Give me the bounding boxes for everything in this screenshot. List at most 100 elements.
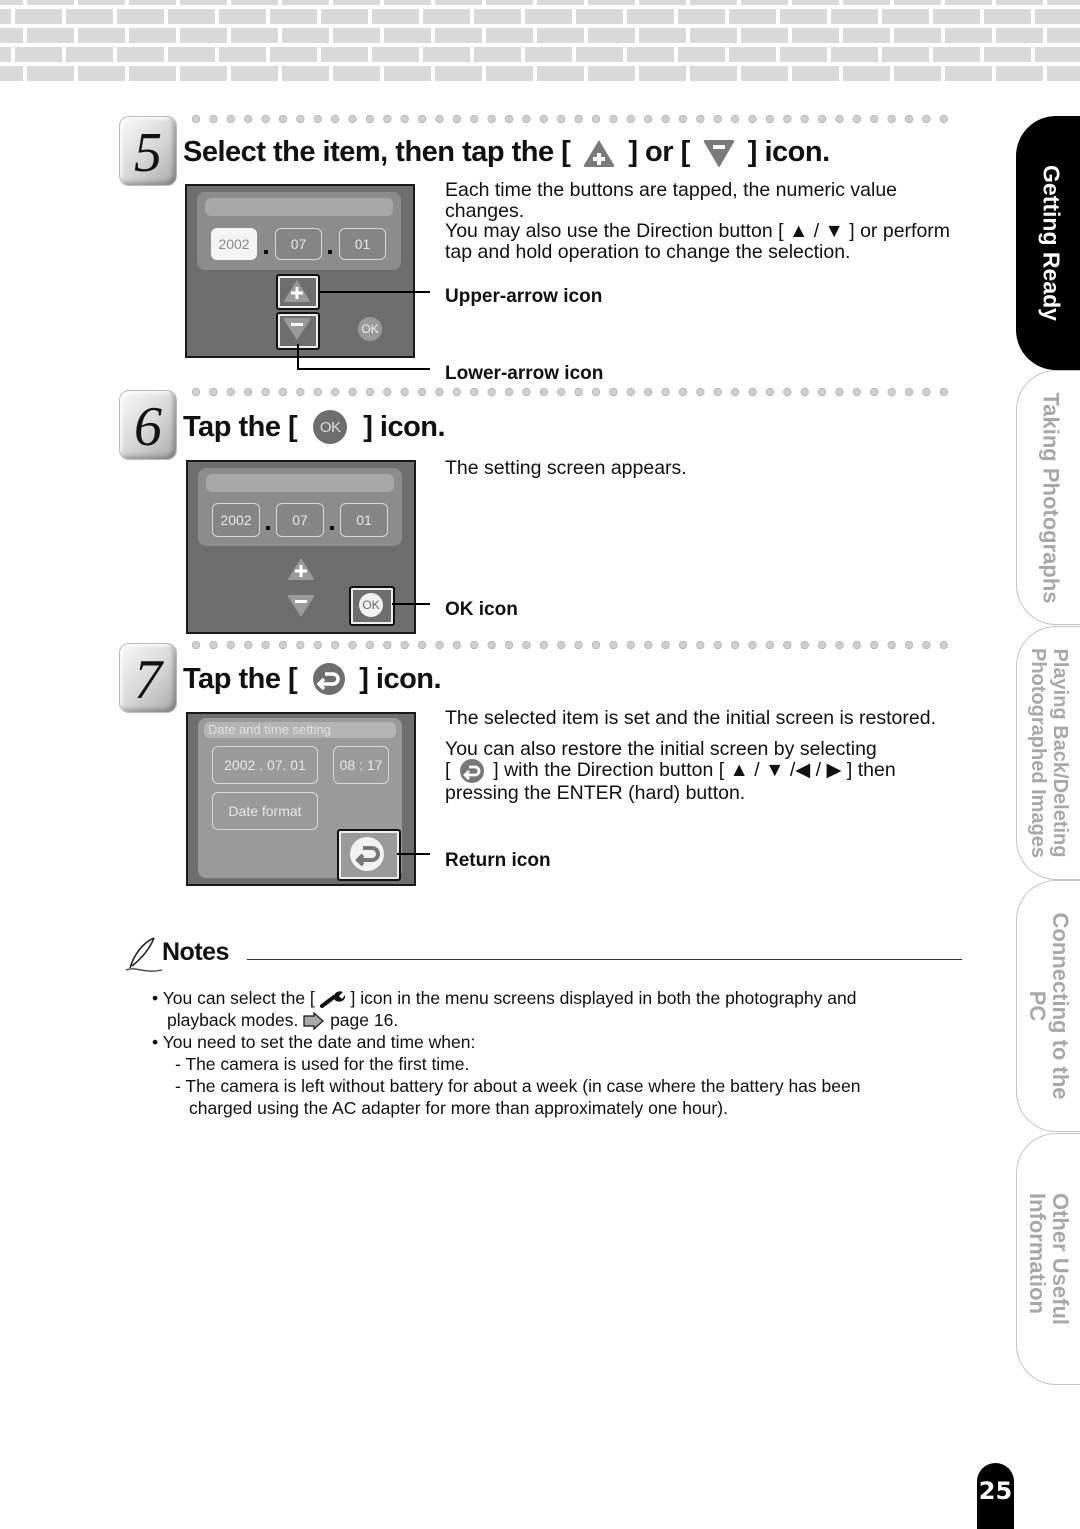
month-field[interactable]: 07: [276, 503, 324, 537]
brick: [945, 0, 992, 5]
page-16-link[interactable]: page 16.: [330, 1010, 398, 1030]
brick: [525, 9, 572, 24]
brick: [576, 9, 623, 24]
bullet: •: [152, 1032, 159, 1052]
brick: [486, 0, 533, 5]
upper-arrow-button[interactable]: [287, 557, 315, 581]
year-field[interactable]: 2002: [212, 503, 260, 537]
bullet: •: [152, 988, 159, 1008]
title-text: ] icon.: [359, 662, 442, 695]
brick: [894, 28, 941, 43]
brick: [15, 47, 62, 62]
paragraph: Each time the buttons are tapped, the nu…: [445, 179, 898, 222]
brick: [588, 66, 635, 81]
return-icon-label: Return icon: [445, 850, 551, 871]
tab-label-line: Photographed Images: [1027, 647, 1049, 859]
brick: [843, 66, 890, 81]
brick: [231, 66, 278, 81]
brick: [117, 47, 164, 62]
brick: [882, 47, 929, 62]
brick: [690, 0, 737, 5]
tab-label-line: Connecting to the: [1048, 912, 1073, 1100]
title-bar: [205, 198, 393, 216]
note-subitem: - The camera is used for the first time.: [175, 1053, 469, 1075]
feather-pen-icon: [125, 937, 163, 972]
brick: [474, 9, 521, 24]
brick-row: [0, 0, 1080, 7]
brick: [894, 66, 941, 81]
day-field[interactable]: 01: [339, 228, 386, 260]
brick: [180, 66, 227, 81]
brick: [282, 66, 329, 81]
brick: [690, 66, 737, 81]
brick: [78, 66, 125, 81]
brick: [933, 9, 980, 24]
tab-getting-ready[interactable]: Getting Ready: [1016, 116, 1080, 370]
brick: [741, 66, 788, 81]
brick: [180, 0, 227, 5]
brick: [678, 47, 725, 62]
tab-label: Other Useful Information: [1025, 1192, 1073, 1325]
brick: [219, 47, 266, 62]
brick: [627, 9, 674, 24]
step-title: Tap the [ OK ] icon.: [183, 410, 446, 444]
brick: [792, 28, 839, 43]
brick: [66, 9, 113, 24]
brick: [372, 47, 419, 62]
camera-screen-step5: 2002 07 01 OK: [185, 184, 415, 358]
ok-button[interactable]: OK: [358, 317, 382, 341]
note-text: You can select the [: [162, 988, 315, 1008]
title-text: ] or [: [628, 136, 690, 168]
title-text: Tap the [: [183, 662, 298, 695]
paragraph: You may also use the Direction button [ …: [445, 220, 951, 263]
tab-other-useful-information[interactable]: Other Useful Information: [1016, 1133, 1080, 1385]
brick: [627, 47, 674, 62]
note-item-continued: playback modes. page 16.: [167, 1009, 398, 1031]
brick: [729, 47, 776, 62]
title-bar: [206, 474, 394, 492]
brick: [168, 47, 215, 62]
time-field[interactable]: 08 : 17: [333, 746, 389, 784]
title-text: ] icon.: [747, 136, 830, 168]
year-field[interactable]: 2002: [211, 228, 257, 260]
brick: [117, 9, 164, 24]
day-field[interactable]: 01: [340, 503, 388, 537]
note-item: • You need to set the date and time when…: [152, 1031, 475, 1053]
brick: [270, 47, 317, 62]
step-number: 6: [134, 396, 162, 458]
tab-connecting-to-pc[interactable]: Connecting to the PC: [1016, 880, 1080, 1132]
lower-arrow-button[interactable]: [283, 317, 311, 341]
brick: [780, 47, 827, 62]
page-reference-arrow-icon: [303, 1012, 325, 1031]
brick: [996, 0, 1043, 5]
tab-label-line: Information: [1025, 1192, 1050, 1314]
step-title: Select the item, then tap the [ ] or [ ]…: [183, 136, 830, 169]
tab-taking-photographs[interactable]: Taking Photographs: [1016, 370, 1080, 625]
brick: [780, 9, 827, 24]
month-field[interactable]: 07: [275, 228, 322, 260]
brick: [996, 66, 1043, 81]
upper-arrow-button[interactable]: [283, 279, 311, 303]
brick: [435, 28, 482, 43]
lower-arrow-label: Lower-arrow icon: [445, 363, 604, 384]
brick: [333, 66, 380, 81]
lower-arrow-button[interactable]: [287, 594, 315, 618]
brick: [129, 66, 176, 81]
notes-divider: [247, 959, 962, 960]
brick: [996, 28, 1043, 43]
screen-title: Date and time setting: [204, 722, 396, 738]
date-field[interactable]: 2002 . 07. 01: [212, 746, 318, 784]
brick: [1047, 0, 1080, 5]
brick: [792, 0, 839, 5]
brick: [741, 28, 788, 43]
brick: [0, 28, 23, 43]
return-button[interactable]: [348, 835, 386, 873]
brick: [27, 66, 74, 81]
brick: [792, 66, 839, 81]
brick: [537, 28, 584, 43]
ok-button[interactable]: OK: [359, 593, 383, 617]
brick: [741, 0, 788, 5]
date-format-button[interactable]: Date format: [212, 792, 318, 830]
brick: [231, 0, 278, 5]
tab-playing-back-deleting[interactable]: Playing Back/Deleting Photographed Image…: [1016, 626, 1080, 880]
